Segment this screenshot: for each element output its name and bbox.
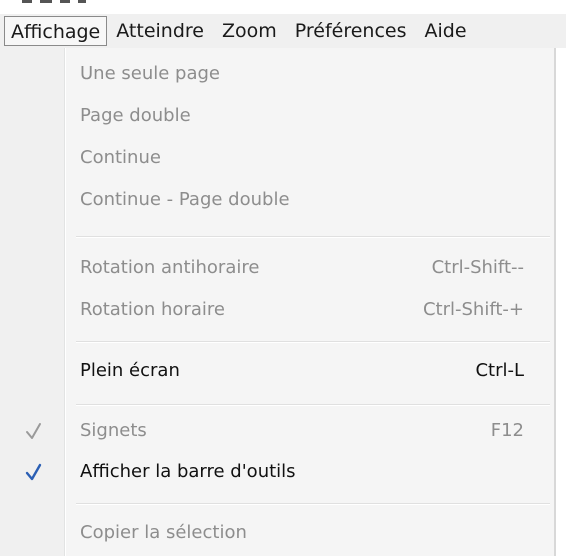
checkmark-icon xyxy=(20,451,48,493)
menu-zoom[interactable]: Zoom xyxy=(213,16,286,46)
menu-item-continue[interactable]: Continue xyxy=(0,137,554,179)
menu-item-label: Continue xyxy=(80,147,161,168)
menu-item-label: Rotation antihoraire xyxy=(80,257,260,278)
menu-item-copier-selection[interactable]: Copier la sélection xyxy=(0,512,554,554)
menu-bar: Affichage Atteindre Zoom Préférences Aid… xyxy=(0,14,566,48)
affichage-dropdown-menu: Une seule page Page double Continue Cont… xyxy=(0,48,556,556)
menu-item-label: Rotation horaire xyxy=(80,299,225,320)
menu-item-label: Page double xyxy=(80,105,191,126)
menu-separator xyxy=(76,236,550,238)
menu-item-label: Signets xyxy=(80,420,147,441)
menu-item-signets[interactable]: Signets F12 xyxy=(0,410,554,452)
menu-item-label: Afficher la barre d'outils xyxy=(80,461,296,482)
menu-preferences[interactable]: Préférences xyxy=(286,16,416,46)
menu-item-rotation-antihoraire[interactable]: Rotation antihoraire Ctrl-Shift-- xyxy=(0,247,554,289)
menu-item-label: Copier la sélection xyxy=(80,522,247,543)
menu-separator xyxy=(76,341,550,343)
menu-item-plein-ecran[interactable]: Plein écran Ctrl-L xyxy=(0,350,554,392)
menu-item-label: Plein écran xyxy=(80,360,180,381)
window-top-edge xyxy=(0,0,566,8)
menu-item-shortcut: Ctrl-Shift-+ xyxy=(422,299,524,320)
menu-item-shortcut: Ctrl-Shift-- xyxy=(431,257,524,278)
menu-item-label: Continue - Page double xyxy=(80,189,290,210)
menu-item-shortcut: F12 xyxy=(490,420,524,441)
menu-item-une-seule-page[interactable]: Une seule page xyxy=(0,53,554,95)
checkmark-icon xyxy=(20,410,48,452)
menu-affichage[interactable]: Affichage xyxy=(4,16,108,46)
menu-item-label: Une seule page xyxy=(80,63,220,84)
menu-aide[interactable]: Aide xyxy=(416,16,476,46)
menu-item-continue-page-double[interactable]: Continue - Page double xyxy=(0,179,554,221)
menu-separator xyxy=(76,503,550,505)
menu-atteindre[interactable]: Atteindre xyxy=(107,16,213,46)
menu-item-shortcut: Ctrl-L xyxy=(475,360,524,381)
menu-item-afficher-barre-outils[interactable]: Afficher la barre d'outils xyxy=(0,451,554,493)
menu-separator xyxy=(76,404,550,406)
menu-item-page-double[interactable]: Page double xyxy=(0,95,554,137)
menu-item-rotation-horaire[interactable]: Rotation horaire Ctrl-Shift-+ xyxy=(0,289,554,331)
